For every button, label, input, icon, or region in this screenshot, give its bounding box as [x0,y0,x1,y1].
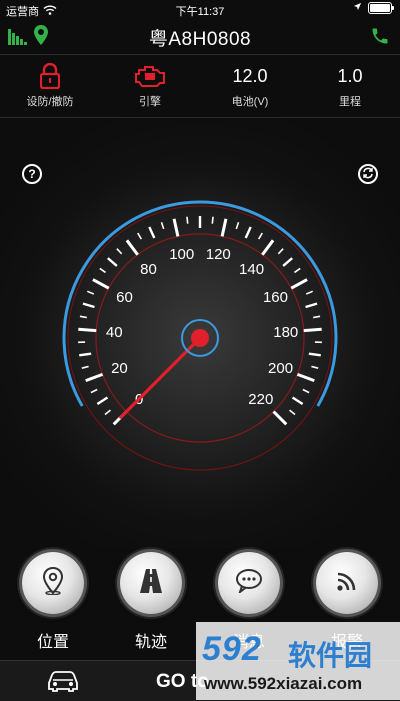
signal-waves-icon [335,569,359,598]
chat-bubble-icon [235,569,263,598]
track-action[interactable]: 轨迹 [116,552,186,652]
gauge-dial: 020406080100120140160180200220 [0,118,400,548]
gauge-tick [236,222,238,229]
gauge-tick [311,366,318,368]
phone-icon [370,33,390,50]
gauge-tick [278,249,283,254]
call-button[interactable] [370,26,390,51]
alarm-button[interactable] [316,552,378,614]
location-button[interactable] [22,552,84,614]
gauge-tick [222,219,226,237]
nav-bar: 粤A8H0808 [0,20,400,55]
watermark-name: 软件园 [288,634,372,674]
gauge-tick-label: 40 [106,324,123,341]
gauge-tick [262,240,273,254]
gauge-tick-label: 200 [268,360,293,377]
gauge-tick [97,397,107,403]
gauge-tick [78,329,96,330]
gauge-tick [108,258,117,266]
gauge-tick-label: 180 [273,324,298,341]
location-label: 位置 [37,628,69,652]
gauge-tick [274,412,287,425]
needle [121,338,200,417]
gauge-tick [187,217,188,224]
track-button[interactable] [120,552,182,614]
arm-toggle[interactable]: 设防/撤防 [0,55,100,117]
track-label: 轨迹 [135,628,167,652]
gauge-tick [283,258,292,266]
stats-row: 设防/撤防 引擎 12.0 电池(V) 1.0 里程 [0,55,400,118]
gauge-tick [91,389,97,392]
gauge-tick [303,389,309,392]
engine-label: 引擎 [139,93,161,109]
status-bar: 运营商 下午11:37 [0,0,400,20]
gauge-tick [293,397,303,403]
gauge-tick [294,268,300,272]
location-pin-icon [42,567,64,600]
mileage-value: 1.0 [337,63,362,89]
battery-label: 电池(V) [232,93,269,109]
gauge-tick [306,304,318,307]
clock: 下午11:37 [0,3,400,19]
gauge-tick [87,291,93,294]
car-icon[interactable] [46,669,80,698]
battery-stat: 12.0 电池(V) [200,55,300,117]
gauge-tick-label: 80 [140,261,157,278]
gauge-tick [174,219,178,237]
gauge-tick [93,280,109,289]
gauge-tick [149,227,154,238]
gauge-tick [304,329,322,330]
gauge-tick [313,316,320,317]
watermark-url: www.592xiazai.com [204,674,362,694]
watermark-number: 592 [202,630,262,669]
gauge-tick [83,304,95,307]
gauge-tick [297,374,314,380]
arm-label: 设防/撤防 [26,93,73,109]
speedometer: ? 020406080100120140160180200220 [0,118,400,548]
gauge-tick [161,222,163,229]
engine-icon [133,63,167,89]
plate-title: 粤A8H0808 [149,24,251,51]
lock-icon [40,63,60,89]
gauge-tick-label: 140 [239,261,264,278]
needle-hub [191,329,209,347]
engine-status[interactable]: 引擎 [100,55,200,117]
gauge-tick [82,366,89,368]
gauge-tick [291,280,307,289]
gauge-tick [246,227,251,238]
gauge-tick-label: 20 [111,360,128,377]
gauge-tick-label: 60 [116,289,133,306]
gauge-tick-label: 120 [206,246,231,263]
outer-arc [64,202,336,406]
gauge-tick-label: 220 [248,391,273,408]
battery-icon [368,2,392,14]
mileage-stat: 1.0 里程 [300,55,400,117]
watermark: 592 软件园 www.592xiazai.com [196,622,400,700]
gauge-tick [212,217,213,224]
road-icon [139,568,163,599]
gauge-tick-label: 160 [263,289,288,306]
gauge-tick [309,354,321,356]
messages-button[interactable] [218,552,280,614]
location-arrow-icon [353,2,362,14]
gauge-tick [80,316,87,317]
gauge-tick [105,410,110,414]
signal-bars-icon [8,27,30,50]
gauge-tick [100,268,106,272]
gauge-tick [290,410,295,414]
gauge-tick-label: 100 [169,246,194,263]
gauge-tick [86,374,103,380]
gauge-tick [79,354,91,356]
signal-location-button[interactable] [8,25,48,50]
gauge-tick [259,233,263,239]
gauge-tick [138,233,142,239]
location-action[interactable]: 位置 [18,552,88,652]
gauge-tick [127,240,138,254]
battery-value: 12.0 [232,63,267,89]
gauge-tick [117,249,122,254]
mileage-label: 里程 [339,93,361,109]
gauge-tick [306,291,312,294]
map-pin-icon [34,25,48,50]
